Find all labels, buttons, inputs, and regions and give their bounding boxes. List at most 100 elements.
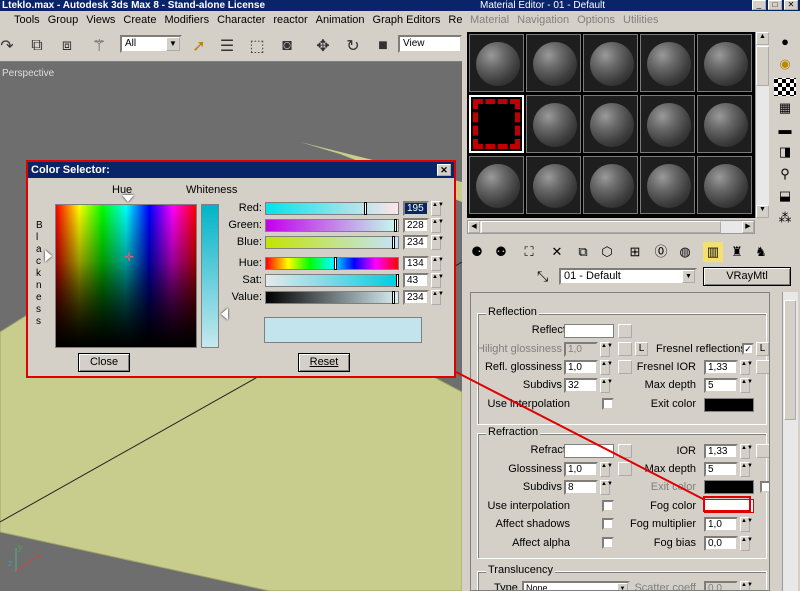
scroll-right-icon[interactable]: ▶ (742, 221, 754, 233)
ior-map-button[interactable] (756, 444, 769, 458)
material-sample-slot[interactable] (469, 156, 524, 214)
slider-thumb[interactable] (392, 236, 395, 249)
slots-horizontal-scrollbar[interactable]: ◀ ▶ (467, 220, 755, 234)
move-icon[interactable]: ✥ (312, 35, 334, 57)
affect-shadows-checkbox[interactable] (602, 518, 614, 530)
menu-item[interactable]: Create (119, 14, 160, 26)
channel-value-field[interactable]: 228 (403, 218, 429, 233)
channel-slider[interactable] (265, 236, 399, 249)
hilight-glossiness-field[interactable]: 1,0 (564, 342, 598, 357)
channel-slider[interactable] (265, 291, 399, 304)
reflect-exit-color-swatch[interactable] (704, 398, 754, 412)
menu-item[interactable]: Group (44, 14, 83, 26)
fog-multiplier-field[interactable]: 1,0 (704, 517, 738, 532)
reflect-use-interp-checkbox[interactable] (602, 398, 614, 410)
fog-bias-field[interactable]: 0,0 (704, 536, 738, 551)
channel-value-field[interactable]: 234 (403, 235, 429, 250)
rollout-scroll-thumb[interactable] (784, 300, 796, 420)
menu-item[interactable]: Character (213, 14, 269, 26)
material-sample-slot[interactable] (640, 34, 695, 92)
hilight-lock-button[interactable]: L (635, 342, 648, 356)
menu-item[interactable]: Options (573, 14, 619, 26)
menu-item[interactable]: reactor (269, 14, 311, 26)
go-forward-to-sibling-icon[interactable]: ♞ (751, 242, 771, 262)
menu-item[interactable]: Animation (312, 14, 369, 26)
refract-exit-color-swatch[interactable] (704, 480, 754, 494)
channel-value-field[interactable]: 43 (403, 273, 429, 288)
bind-spacewarp-icon[interactable]: ⚚ (88, 35, 110, 57)
scroll-thumb[interactable] (481, 221, 721, 233)
slider-thumb[interactable] (394, 219, 397, 232)
reflect-subdivs-spinner[interactable]: ▲▼ (600, 378, 613, 393)
material-sample-slot[interactable] (697, 156, 752, 214)
scroll-up-icon[interactable]: ▲ (756, 32, 769, 45)
menu-item[interactable]: Graph Editors (369, 14, 445, 26)
ior-spinner[interactable]: ▲▼ (740, 444, 753, 459)
rotate-icon[interactable]: ↻ (342, 35, 364, 57)
refl-glossiness-map-button[interactable] (618, 360, 632, 374)
refract-map-button[interactable] (618, 444, 632, 458)
channel-value-field[interactable]: 195 (403, 201, 429, 216)
close-icon[interactable]: ✕ (437, 164, 451, 176)
menu-item[interactable]: Navigation (513, 14, 573, 26)
channel-spinner[interactable]: ▲▼ (431, 273, 444, 288)
sample-uv-tiling-icon[interactable]: ▦ (774, 100, 796, 118)
channel-spinner[interactable]: ▲▼ (431, 235, 444, 250)
make-preview-icon[interactable]: ◨ (774, 144, 796, 162)
go-to-parent-icon[interactable]: ♜ (727, 242, 747, 262)
reflect-color-swatch[interactable] (564, 324, 614, 338)
slots-vertical-scrollbar[interactable]: ▲ ▼ (755, 32, 769, 218)
translucency-type-dropdown[interactable]: None ▼ (522, 581, 630, 590)
channel-value-field[interactable]: 134 (403, 256, 429, 271)
unlink-icon[interactable]: ⧈ (56, 35, 78, 57)
fresnel-ior-field[interactable]: 1,33 (704, 360, 738, 375)
material-sample-slot[interactable] (583, 34, 638, 92)
menu-item[interactable]: Utilities (619, 14, 662, 26)
glossiness-field[interactable]: 1,0 (564, 462, 598, 477)
reset-button[interactable]: Reset (298, 353, 350, 372)
undo-icon[interactable]: ↷ (0, 35, 18, 57)
assign-material-icon[interactable]: ⛶ (519, 242, 539, 262)
reflect-map-button[interactable] (618, 324, 632, 338)
make-copy-icon[interactable]: ⧉ (573, 242, 593, 262)
menu-item[interactable]: Rend (444, 14, 462, 26)
refl-glossiness-spinner[interactable]: ▲▼ (600, 360, 613, 375)
close-icon[interactable]: ✕ (784, 0, 798, 10)
hue-blackness-spectrum[interactable]: ✛ (55, 204, 197, 348)
material-type-button[interactable]: VRayMtl (703, 267, 791, 286)
channel-slider[interactable] (265, 257, 399, 270)
material-sample-slot[interactable] (697, 34, 752, 92)
show-end-result-icon[interactable]: ▥ (703, 242, 723, 262)
channel-value-field[interactable]: 234 (403, 290, 429, 305)
menu-item[interactable]: Tools (10, 14, 44, 26)
channel-slider[interactable] (265, 274, 399, 287)
video-color-check-icon[interactable]: ▬ (774, 122, 796, 140)
channel-slider[interactable] (265, 219, 399, 232)
menu-item[interactable]: Views (82, 14, 119, 26)
slider-thumb[interactable] (364, 202, 367, 215)
material-sample-slot[interactable] (469, 95, 524, 153)
refract-subdivs-spinner[interactable]: ▲▼ (600, 480, 613, 495)
fresnel-reflections-checkbox[interactable]: ✓ (742, 343, 754, 355)
hue-pointer-icon[interactable] (122, 195, 134, 202)
fog-bias-spinner[interactable]: ▲▼ (740, 536, 753, 551)
scale-icon[interactable]: ■ (372, 35, 394, 57)
glossiness-map-button[interactable] (618, 462, 632, 476)
material-sample-slot[interactable] (526, 95, 581, 153)
material-sample-slot[interactable] (583, 156, 638, 214)
color-crosshair-icon[interactable]: ✛ (124, 250, 134, 264)
material-sample-slot[interactable] (526, 34, 581, 92)
slider-thumb[interactable] (392, 291, 395, 304)
material-sample-slot[interactable] (583, 95, 638, 153)
material-sample-slot[interactable] (697, 95, 752, 153)
get-material-icon[interactable]: ⚈ (467, 242, 487, 262)
make-unique-icon[interactable]: ⬡ (597, 242, 617, 262)
background-icon[interactable] (774, 78, 796, 96)
refract-use-interp-checkbox[interactable] (602, 500, 614, 512)
hilight-glossiness-spinner[interactable]: ▲▼ (600, 342, 613, 357)
fresnel-ior-map-button[interactable] (756, 360, 769, 374)
ref-coord-dropdown[interactable]: View (398, 35, 462, 53)
blackness-pointer-icon[interactable] (45, 250, 52, 262)
channel-spinner[interactable]: ▲▼ (431, 201, 444, 216)
menu-item[interactable]: Modifiers (160, 14, 213, 26)
